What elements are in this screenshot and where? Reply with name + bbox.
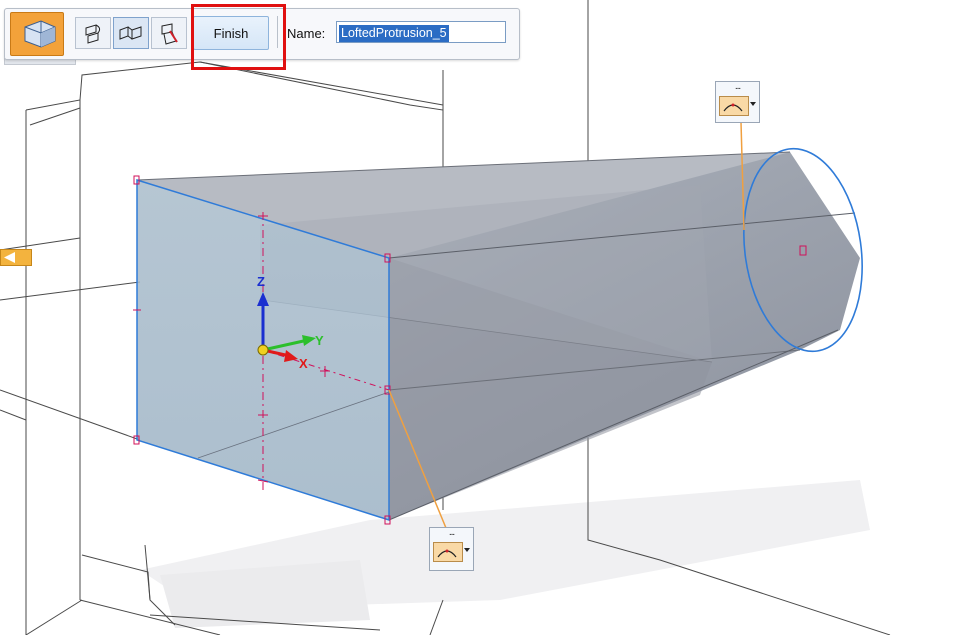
lofted-protrusion-icon[interactable] [10,12,64,56]
tangency-curve-icon [437,549,457,558]
tangency-curve-icon [723,103,743,112]
cross-section-step-button[interactable] [75,17,111,49]
guide-curve-step-icon [161,23,178,45]
chevron-down-icon[interactable] [464,548,470,552]
vertex-mapping-step-icon [119,26,142,40]
handle-menu-dots: ... [734,81,741,92]
chevron-down-icon[interactable] [750,102,756,106]
vertex-mapping-step-button[interactable] [113,17,149,49]
tangency-curve-button[interactable] [433,542,463,562]
triad-y-label: Y [315,333,324,348]
name-label: Name: [287,26,326,41]
finish-button[interactable]: Finish [193,16,269,50]
triad-x-label: X [299,356,308,371]
tangency-curve-button[interactable] [719,96,749,116]
tangency-handle-top[interactable]: ... [715,81,760,123]
tangency-handle-bottom[interactable]: ... [429,527,474,571]
arrow-left-icon [4,252,15,263]
floor-shadow [140,480,870,628]
cross-section-step-icon [85,24,101,44]
handle-menu-dots: ... [448,527,455,538]
feature-name-input[interactable]: LoftedProtrusion_5 [336,21,506,43]
loft-shape-icon [24,20,56,48]
guide-curve-step-button[interactable] [151,17,187,49]
toolbar-separator [277,16,278,48]
feature-name-value: LoftedProtrusion_5 [339,25,449,42]
3d-viewport[interactable]: Z Y X [0,0,971,635]
collapsed-panel-arrow[interactable] [0,249,32,266]
triad-z-label: Z [257,274,265,289]
